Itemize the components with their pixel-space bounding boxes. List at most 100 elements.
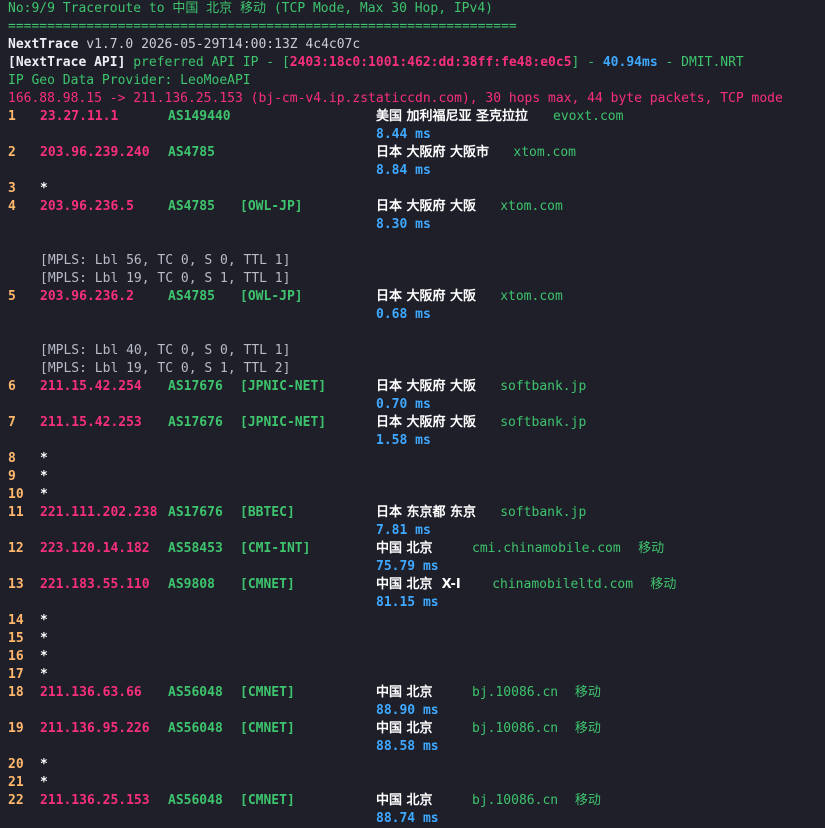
mpls-label: [MPLS: Lbl 19, TC 0, S 1, TTL 2]: [40, 361, 291, 376]
hop-number: 14: [8, 613, 24, 628]
hop-ip: 23.27.11.1: [40, 109, 119, 124]
hop-rtt: 7.81 ms: [376, 523, 431, 538]
mpls-label: [MPLS: Lbl 19, TC 0, S 1, TTL 1]: [40, 271, 291, 286]
hop-geo: 中国 北京: [376, 793, 433, 808]
timeout-star: *: [40, 757, 48, 772]
hop-net-tag: [BBTEC]: [240, 505, 295, 520]
hop-rtt: 0.70 ms: [376, 397, 431, 412]
hop-asn: AS17676: [168, 505, 223, 520]
hop-rtt: 0.68 ms: [376, 307, 431, 322]
hop-isp: 移动: [574, 721, 601, 736]
hop-number: 5: [8, 289, 16, 304]
hop-geo: 美国 加利福尼亚 圣克拉拉: [376, 109, 529, 124]
hop-rtt: 75.79 ms: [376, 559, 439, 574]
timeout-star: *: [40, 487, 48, 502]
hop-domain: evoxt.com: [553, 109, 624, 124]
app-name: NextTrace: [8, 37, 79, 52]
app-info-line: NextTrace v1.7.0 2026-05-29T14:00:13Z 4c…: [8, 36, 360, 54]
mpls-label: [MPLS: Lbl 56, TC 0, S 0, TTL 1]: [40, 253, 291, 268]
hop-geo: 日本 大阪府 大阪: [376, 415, 477, 430]
hop-asn: AS17676: [168, 415, 223, 430]
trace-title: No:9/9 Traceroute to 中国 北京 移动 (TCP Mode,…: [8, 1, 493, 16]
hop-number: 16: [8, 649, 24, 664]
hop-ip: 211.136.63.66: [40, 685, 142, 700]
timeout-star: *: [40, 451, 48, 466]
hop-number: 22: [8, 793, 24, 808]
hop-geo: 中国 北京: [376, 685, 433, 700]
hop-domain: xtom.com: [500, 199, 563, 214]
hop-net-tag: [CMI-INT]: [240, 541, 311, 556]
hop-domain: chinamobileltd.com: [492, 577, 634, 592]
hop-asn: AS4785: [168, 145, 215, 160]
hop-domain: bj.10086.cn: [472, 793, 559, 808]
hop-asn: AS17676: [168, 379, 223, 394]
hop-number: 20: [8, 757, 24, 772]
hop-isp: 移动: [574, 685, 601, 700]
hop-domain: softbank.jp: [500, 379, 587, 394]
hop-net-tag: [OWL-JP]: [240, 199, 303, 214]
hop-isp: 移动: [650, 577, 677, 592]
hop-number: 13: [8, 577, 24, 592]
hop-number: 3: [8, 181, 16, 196]
hop-ip: 203.96.236.5: [40, 199, 134, 214]
hop-net-tag: [CMNET]: [240, 577, 295, 592]
hop-rtt: 88.90 ms: [376, 703, 439, 718]
hop-number: 17: [8, 667, 24, 682]
hop-geo: 日本 大阪府 大阪: [376, 379, 477, 394]
hop-number: 11: [8, 505, 24, 520]
route-line: 166.88.98.15 -> 211.136.25.153 (bj-cm-v4…: [8, 91, 783, 106]
hop-ip: 211.15.42.254: [40, 379, 142, 394]
mpls-label: [MPLS: Lbl 40, TC 0, S 0, TTL 1]: [40, 343, 291, 358]
hop-domain: softbank.jp: [500, 415, 587, 430]
api-ms: 40.94ms: [602, 55, 658, 70]
hop-domain: bj.10086.cn: [472, 685, 559, 700]
hop-domain: xtom.com: [500, 289, 563, 304]
hop-number: 6: [8, 379, 16, 394]
hop-number: 18: [8, 685, 24, 700]
api-node: - DMIT.NRT: [657, 55, 744, 70]
hop-ip: 211.15.42.253: [40, 415, 142, 430]
hop-geo: 日本 东京都 东京: [376, 505, 477, 520]
hop-number: 2: [8, 145, 16, 160]
hop-number: 4: [8, 199, 16, 214]
hop-rtt: 8.30 ms: [376, 217, 431, 232]
hop-ip: 203.96.236.2: [40, 289, 134, 304]
hop-net-tag: [CMNET]: [240, 721, 295, 736]
timeout-star: *: [40, 181, 48, 196]
geo-provider-line: IP Geo Data Provider: LeoMoeAPI: [8, 73, 251, 88]
hop-domain: softbank.jp: [500, 505, 587, 520]
timeout-star: *: [40, 667, 48, 682]
timeout-star: *: [40, 631, 48, 646]
hop-ip: 211.136.95.226: [40, 721, 150, 736]
hop-number: 10: [8, 487, 24, 502]
hop-ip: 221.111.202.238: [40, 505, 158, 520]
hop-asn: AS56048: [168, 793, 223, 808]
hop-domain: cmi.chinamobile.com: [472, 541, 621, 556]
timeout-star: *: [40, 649, 48, 664]
hop-number: 8: [8, 451, 16, 466]
hop-rtt: 88.74 ms: [376, 811, 439, 826]
timeout-star: *: [40, 469, 48, 484]
hop-domain: xtom.com: [513, 145, 577, 160]
hop-isp: 移动: [574, 793, 601, 808]
hop-net-tag: [JPNIC-NET]: [240, 379, 327, 394]
api-sep: ] -: [571, 55, 603, 70]
hop-net-tag: [JPNIC-NET]: [240, 415, 327, 430]
hop-ip: 211.136.25.153: [40, 793, 150, 808]
hop-number: 12: [8, 541, 24, 556]
hop-geo: 日本 大阪府 大阪: [376, 199, 477, 214]
hop-ip: 203.96.239.240: [40, 145, 150, 160]
hop-net-tag: [CMNET]: [240, 793, 295, 808]
timeout-star: *: [40, 775, 48, 790]
hop-rtt: 8.44 ms: [376, 127, 431, 142]
hop-number: 15: [8, 631, 24, 646]
hop-domain: bj.10086.cn: [472, 721, 559, 736]
hop-net-tag: [OWL-JP]: [240, 289, 303, 304]
hop-asn: AS9808: [168, 577, 215, 592]
app-version: v1.7.0 2026-05-29T14:00:13Z 4c4c07c: [86, 37, 361, 52]
hop-asn: AS149440: [168, 109, 231, 124]
api-ip: 2403:18c0:1001:462:dd:38ff:fe48:e0c5: [289, 55, 572, 70]
terminal-window[interactable]: No:9/9 Traceroute to 中国 北京 移动 (TCP Mode,…: [0, 0, 825, 826]
hop-rtt: 88.58 ms: [376, 739, 439, 754]
hop-ip: 221.183.55.110: [40, 577, 150, 592]
